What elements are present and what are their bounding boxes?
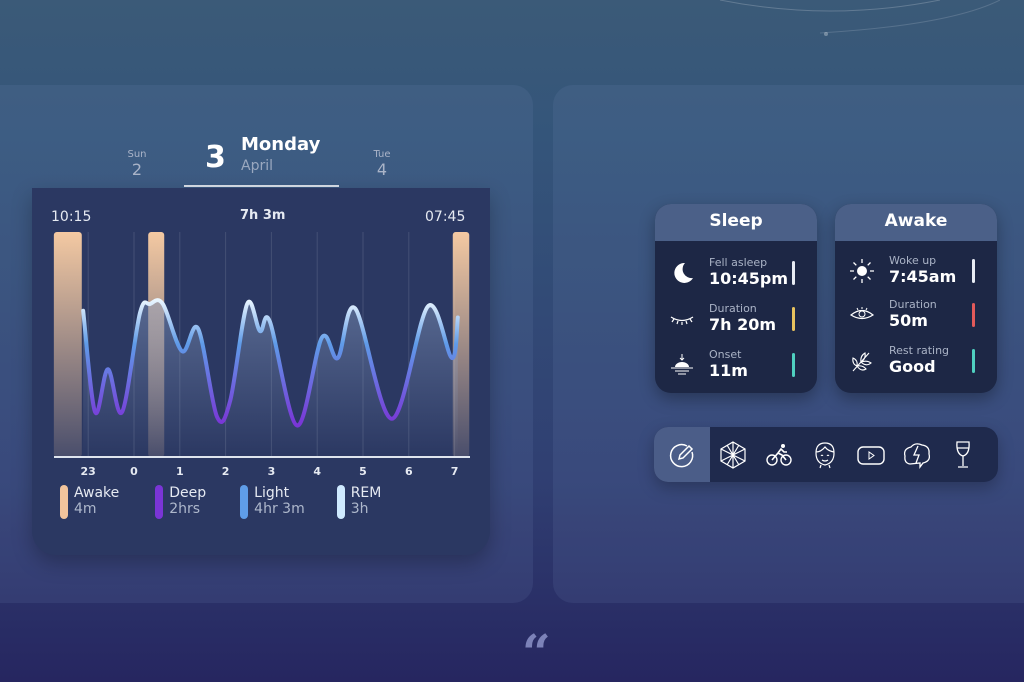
legend-swatch — [60, 485, 68, 519]
legend-swatch — [155, 485, 164, 519]
moon-icon — [674, 262, 693, 283]
x-tick-label: 2 — [222, 465, 230, 478]
woke-up-row: Woke up 7:45am — [835, 250, 997, 294]
sleep-card: Sleep Fell asleep 10:45pm Duration 7h 20… — [655, 204, 817, 393]
x-tick-label: 0 — [130, 465, 138, 478]
chart-legend: Awake 4m Deep 2hrs Light 4hr 3m REM 3h — [60, 485, 381, 519]
row-label: Rest rating — [889, 344, 950, 357]
exercise-button[interactable] — [756, 427, 802, 482]
activity-toolbar — [654, 427, 998, 482]
row-value: Good — [889, 357, 936, 376]
duration-row: Duration 7h 20m — [655, 298, 817, 342]
x-tick-label: 6 — [405, 465, 413, 478]
indicator-bar — [792, 353, 795, 377]
indicator-bar — [792, 261, 795, 285]
row-value: 11m — [709, 361, 748, 380]
legend-value: 3h — [350, 501, 369, 517]
x-tick-label: 7 — [451, 465, 459, 478]
awake-duration-row: Duration 50m — [835, 294, 997, 338]
card-title: Awake — [835, 204, 997, 241]
face-icon — [815, 441, 835, 468]
meditation-button[interactable] — [710, 427, 756, 482]
indicator-bar — [972, 303, 975, 327]
row-label: Duration — [709, 302, 757, 315]
row-value: 7h 20m — [709, 315, 777, 334]
sunset-icon — [671, 354, 693, 375]
fell-asleep-row: Fell asleep 10:45pm — [655, 252, 817, 296]
alcohol-button[interactable] — [940, 427, 986, 482]
legend-label: Awake — [74, 485, 120, 501]
rest-rating-row: Rest rating Good — [835, 340, 997, 384]
legend-label: Light — [254, 485, 290, 501]
legend-item-rem: REM 3h — [336, 485, 382, 519]
video-icon — [857, 445, 885, 465]
legend-swatch — [240, 485, 249, 519]
polyhedron-icon — [720, 440, 746, 469]
indicator-bar — [792, 307, 795, 331]
brain-icon — [903, 442, 931, 469]
legend-item-deep: Deep 2hrs — [155, 485, 206, 519]
legend-item-light: Light 4hr 3m — [240, 485, 305, 519]
awake-bar — [53, 232, 82, 457]
legend-value: 4hr 3m — [254, 501, 305, 517]
edit-icon — [669, 443, 694, 467]
legend-label: REM — [350, 485, 382, 501]
awake-card: Awake Woke up 7:45am Duration 50m Rest r… — [835, 204, 997, 393]
row-label: Duration — [889, 298, 937, 311]
legend-label: Deep — [169, 485, 207, 501]
quote-mark: “ — [522, 623, 551, 682]
row-label: Fell asleep — [709, 256, 768, 269]
x-tick-label: 5 — [359, 465, 367, 478]
row-value: 7:45am — [889, 267, 957, 286]
sun-icon — [850, 259, 874, 283]
legend-item-awake: Awake 4m — [60, 485, 119, 519]
stress-button[interactable] — [894, 427, 940, 482]
row-label: Onset — [709, 348, 742, 361]
legend-value: 2hrs — [169, 501, 201, 517]
legend-value: 4m — [74, 501, 97, 517]
leaf-icon — [852, 352, 872, 372]
row-label: Woke up — [889, 254, 937, 267]
legend-swatch — [336, 485, 345, 519]
x-tick-label: 4 — [313, 465, 321, 478]
onset-row: Onset 11m — [655, 344, 817, 388]
x-tick-label: 3 — [268, 465, 276, 478]
row-value: 10:45pm — [709, 269, 789, 288]
media-button[interactable] — [848, 427, 894, 482]
eye-icon — [849, 307, 875, 320]
wine-glass-icon — [956, 440, 970, 468]
row-value: 50m — [889, 311, 928, 330]
closed-eye-icon — [670, 316, 694, 325]
mood-button[interactable] — [802, 427, 848, 482]
x-tick-label: 23 — [81, 465, 96, 478]
edit-button[interactable] — [654, 427, 710, 482]
x-tick-label: 1 — [176, 465, 184, 478]
card-title: Sleep — [655, 204, 817, 241]
cyclist-icon — [766, 443, 792, 466]
indicator-bar — [972, 349, 975, 373]
indicator-bar — [972, 259, 975, 283]
